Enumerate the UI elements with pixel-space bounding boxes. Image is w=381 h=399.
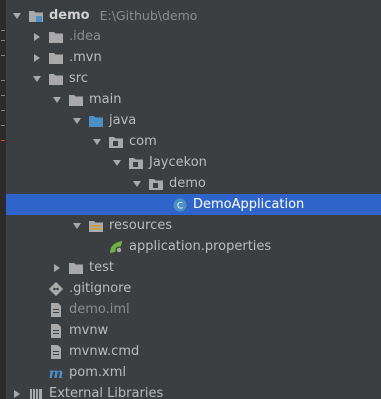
tree-node-root-demo[interactable]: demo E:\Github\demo [6, 5, 381, 26]
tree-node-external-libraries[interactable]: External Libraries [6, 383, 381, 399]
node-label: com [129, 134, 157, 149]
tree-node-demo-iml[interactable]: demo.iml [6, 299, 381, 320]
chevron-down-icon[interactable] [70, 219, 84, 233]
tree-node-main[interactable]: main [6, 89, 381, 110]
node-label: demo [169, 176, 206, 191]
chevron-right-icon[interactable] [10, 387, 24, 399]
spring-properties-icon [108, 239, 124, 255]
chevron-down-icon[interactable] [70, 114, 84, 128]
node-label: main [89, 92, 122, 107]
tree-node-java[interactable]: java [6, 110, 381, 131]
tree-node-src[interactable]: src [6, 68, 381, 89]
resources-folder-icon [88, 218, 104, 234]
tree-node-demo-application[interactable]: C DemoApplication [6, 194, 381, 215]
folder-icon [48, 71, 64, 87]
node-label: .idea [69, 29, 101, 44]
chevron-down-icon[interactable] [130, 177, 144, 191]
gitignore-file-icon [48, 281, 64, 297]
node-label: demo.iml [69, 302, 130, 317]
node-label: pom.xml [69, 365, 126, 380]
node-label: External Libraries [49, 386, 164, 399]
node-label: test [89, 260, 114, 275]
node-label: Jaycekon [149, 155, 207, 170]
tree-node-mvnw-cmd[interactable]: mvnw.cmd [6, 341, 381, 362]
folder-icon [68, 260, 84, 276]
package-icon [148, 176, 164, 192]
tree-node-mvnw[interactable]: mvnw [6, 320, 381, 341]
package-icon [108, 134, 124, 150]
root-label: demo [49, 8, 90, 23]
chevron-down-icon[interactable] [50, 93, 64, 107]
folder-icon [48, 29, 64, 45]
node-label: mvnw [69, 323, 109, 338]
chevron-right-icon[interactable] [30, 51, 44, 65]
package-icon [128, 155, 144, 171]
root-path: E:\Github\demo [99, 8, 198, 23]
chevron-down-icon[interactable] [90, 135, 104, 149]
tree-node-gitignore[interactable]: .gitignore [6, 278, 381, 299]
chevron-down-icon[interactable] [10, 9, 24, 23]
project-module-icon [28, 8, 44, 24]
chevron-right-icon[interactable] [50, 261, 64, 275]
file-icon [48, 323, 64, 339]
tree-node-pom-xml[interactable]: m pom.xml [6, 362, 381, 383]
node-label: .mvn [69, 50, 102, 65]
node-label: resources [109, 218, 173, 233]
tree-node-resources[interactable]: resources [6, 215, 381, 236]
tree-node-application-properties[interactable]: application.properties [6, 236, 381, 257]
chevron-down-icon[interactable] [110, 156, 124, 170]
folder-icon [68, 92, 84, 108]
node-label: mvnw.cmd [69, 344, 140, 359]
chevron-down-icon[interactable] [30, 72, 44, 86]
spring-boot-class-icon: C [172, 197, 188, 213]
svg-text:m: m [49, 366, 64, 381]
file-icon [48, 344, 64, 360]
node-label: java [109, 113, 137, 128]
svg-text:C: C [177, 201, 183, 211]
file-icon [48, 302, 64, 318]
tree-node-demo-package[interactable]: demo [6, 173, 381, 194]
node-label: .gitignore [69, 281, 132, 296]
external-libraries-icon [28, 386, 44, 399]
node-label: application.properties [129, 239, 272, 254]
tree-node-mvn[interactable]: .mvn [6, 47, 381, 68]
tree-node-idea[interactable]: .idea [6, 26, 381, 47]
tree-node-test[interactable]: test [6, 257, 381, 278]
source-folder-icon [88, 113, 104, 129]
chevron-right-icon[interactable] [30, 30, 44, 44]
tree-node-com[interactable]: com [6, 131, 381, 152]
node-label: DemoApplication [193, 197, 305, 212]
node-label: src [69, 71, 88, 86]
maven-pom-icon: m [48, 365, 64, 381]
folder-icon [48, 50, 64, 66]
tree-node-jaycekon[interactable]: Jaycekon [6, 152, 381, 173]
project-tree: demo E:\Github\demo .idea .mvn src main … [0, 0, 381, 399]
